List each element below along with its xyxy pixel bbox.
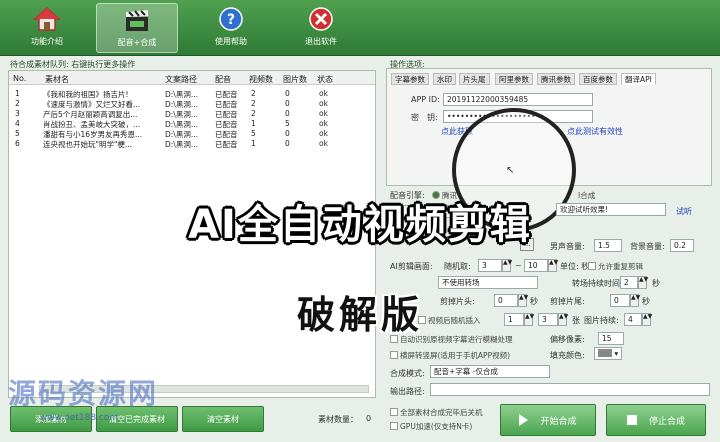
landscape-to-portrait-checkbox[interactable]: 横屏转竖屏(适用于手机APP视频) [390, 350, 510, 361]
toolbar-button-dub-compose[interactable]: 配音+合成 [96, 3, 178, 53]
material-count-value: 0 [366, 414, 372, 423]
cursor-icon: ↖ [506, 165, 515, 176]
play-icon [519, 414, 529, 426]
main-toolbar: 功能介绍 配音+合成 ? 使用帮助 退出软件 [0, 0, 720, 56]
table-row[interactable]: 5 潘甜有与小16岁男友再秀恩... D:\黑洞... 已配音 5 0 ok [9, 129, 375, 139]
tab-baidu[interactable]: 百度参数 [579, 73, 617, 85]
column-header[interactable]: No. [13, 74, 26, 83]
tab-intro-outro[interactable]: 片头尾 [459, 73, 490, 85]
random-take-label: 随机取: [444, 262, 471, 271]
toolbar-label: 功能介绍 [31, 37, 63, 46]
start-compose-button[interactable]: 开始合成 [500, 404, 596, 436]
toolbar-button-intro[interactable]: 功能介绍 [6, 3, 88, 53]
clapperboard-icon [122, 6, 152, 34]
range-separator: ~ [515, 261, 522, 270]
column-header[interactable]: 状态 [317, 74, 333, 85]
app-id-input[interactable]: 20191122000359485 [443, 93, 593, 106]
output-path-label: 输出路径: [390, 387, 425, 396]
random-max-spinner[interactable]: ▲▼ [548, 259, 558, 272]
gpu-checkbox[interactable]: GPU加速(仅支持N卡) [390, 421, 472, 432]
compose-mode-select[interactable]: 配音+字幕 -仅合成 [430, 365, 550, 378]
home-icon [32, 5, 62, 33]
toolbar-button-exit[interactable]: 退出软件 [280, 3, 362, 53]
toolbar-label: 退出软件 [305, 37, 337, 46]
column-header[interactable]: 配音 [215, 74, 231, 85]
queue-title: 待合成素材队列: 右键执行更多操作 [10, 60, 136, 69]
watermark-title: 源码资源网 [8, 377, 159, 410]
compose-mode-label: 合成模式: [390, 369, 425, 378]
column-header[interactable]: 视频数 [249, 74, 273, 85]
output-path-input[interactable] [430, 383, 710, 396]
tab-watermark[interactable]: 水印 [433, 73, 456, 85]
tab-ali[interactable]: 阿里参数 [495, 73, 533, 85]
clear-all-button[interactable]: 清空素材 [182, 406, 264, 432]
material-count-label: 素材数量： [318, 415, 358, 424]
test-validity-link[interactable]: 点此测试有效性 [567, 126, 623, 137]
random-min-spinner[interactable]: ▲▼ [502, 259, 512, 272]
shutdown-checkbox[interactable]: 全部素材合成完毕后关机 [390, 407, 483, 418]
watermark-url: www.net188.com [40, 413, 119, 423]
app-id-label: APP ID: [411, 95, 440, 104]
svg-text:?: ? [227, 12, 235, 28]
secret-label: 密 钥: [411, 113, 438, 122]
promo-subtitle: 破解版 [296, 293, 423, 337]
table-row[interactable]: 3 产后5个月赵丽颖高调复出... D:\黑洞... 已配音 2 0 ok [9, 109, 375, 119]
unit-label: 单位: 秒 [560, 262, 590, 271]
table-row[interactable]: 1 《我和我的祖国》扬吉片! D:\黑洞... 已配音 2 0 ok [9, 89, 375, 99]
column-header[interactable]: 文案路径 [165, 74, 197, 85]
random-max-input[interactable]: 10 [524, 259, 548, 272]
toolbar-button-help[interactable]: ? 使用帮助 [190, 3, 272, 53]
fill-color-picker[interactable]: ▾ [594, 347, 622, 360]
table-row[interactable]: 6 连央视也开始玩"明学"梗... D:\黑洞... 已配音 1 0 ok [9, 139, 375, 149]
tab-translate-api[interactable]: 翻译API [621, 73, 656, 85]
stop-icon [626, 415, 637, 425]
color-swatch [598, 349, 612, 357]
tab-subtitle[interactable]: 字幕参数 [391, 73, 429, 85]
ai-edit-label: AI剪辑画面: [390, 262, 433, 271]
random-min-input[interactable]: 3 [478, 259, 502, 272]
toolbar-label: 配音+合成 [117, 38, 157, 47]
toolbar-label: 使用帮助 [215, 37, 247, 46]
allow-repeat-checkbox[interactable]: 允许重复剪辑 [588, 261, 643, 272]
help-icon: ? [216, 5, 246, 33]
queue-header: No. 素材名 文案路径 配音 视频数 图片数 状态 [9, 71, 375, 85]
fill-color-label: 填充颜色: [550, 351, 585, 360]
table-row[interactable]: 2 《速度与激情》又烂又好看... D:\黑洞... 已配音 2 0 ok [9, 99, 375, 109]
stop-compose-button[interactable]: 停止合成 [606, 404, 706, 436]
promo-title: AI全自动视频剪辑 [188, 202, 532, 248]
column-header[interactable]: 图片数 [283, 74, 307, 85]
tab-tencent[interactable]: 腾讯参数 [537, 73, 575, 85]
table-row[interactable]: 4 肖战扮丑、孟美岐大突破，... D:\黑洞... 已配音 1 5 ok [9, 119, 375, 129]
exit-icon [306, 5, 336, 33]
column-header[interactable]: 素材名 [45, 74, 69, 85]
